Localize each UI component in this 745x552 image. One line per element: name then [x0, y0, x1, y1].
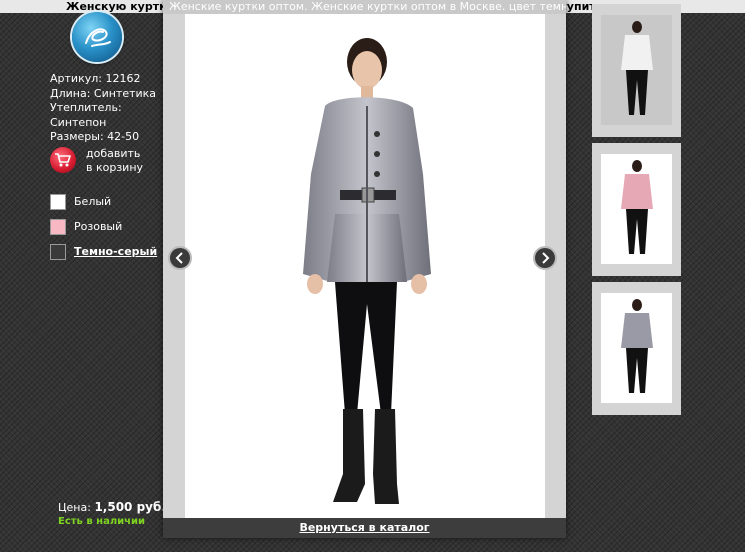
spec-insulation-label: Утеплитель:: [50, 101, 122, 114]
spec-insulation-value: Синтепон: [50, 115, 107, 129]
thumbnail-image: [601, 15, 672, 125]
add-to-cart-button[interactable]: добавить в корзину: [50, 147, 170, 177]
logo-monogram-icon: [85, 28, 111, 47]
chevron-left-icon: [175, 252, 183, 264]
image-lightbox: Женские куртки оптом. Женские куртки опт…: [163, 0, 566, 538]
color-swatch-pink: [50, 219, 66, 235]
thumbnail-image: [601, 293, 672, 403]
color-option-pink[interactable]: Розовый: [50, 219, 170, 244]
spec-article: Артикул: 12162: [50, 72, 141, 85]
thumbnail-pink[interactable]: [592, 143, 681, 276]
product-specs: Артикул: 12162 Длина: Синтетика Утеплите…: [50, 72, 160, 145]
chevron-right-icon: [542, 252, 550, 264]
color-option-white[interactable]: Белый: [50, 194, 170, 219]
back-to-catalog-link[interactable]: Вернуться в каталог: [299, 521, 429, 534]
brand-logo[interactable]: [72, 12, 122, 62]
add-to-cart-label: добавить в корзину: [86, 147, 144, 174]
color-options: Белый Розовый Темно-серый: [50, 194, 170, 269]
prev-image-button[interactable]: [170, 248, 190, 268]
price-value: 1,500 руб.: [94, 500, 166, 514]
next-image-button[interactable]: [535, 248, 555, 268]
cart-icon: [50, 147, 76, 173]
price-block: Цена: 1,500 руб. Есть в наличии: [58, 500, 166, 527]
product-photo: [185, 14, 545, 518]
lightbox-footer: Вернуться в каталог: [163, 518, 566, 538]
thumbnail-dark-gray[interactable]: [592, 282, 681, 415]
price-label: Цена:: [58, 501, 91, 514]
color-option-dark-gray[interactable]: Темно-серый: [50, 244, 170, 269]
thumbnail-image: [601, 154, 672, 264]
stock-status: Есть в наличии: [58, 516, 146, 527]
color-label-active[interactable]: Темно-серый: [74, 245, 157, 258]
color-swatch-white: [50, 194, 66, 210]
spec-sizes: Размеры: 42-50: [50, 130, 140, 143]
model-figure-image: [303, 38, 431, 504]
color-label: Белый: [74, 195, 112, 208]
color-label: Розовый: [74, 220, 123, 233]
price: Цена: 1,500 руб.: [58, 500, 166, 514]
color-swatch-dark-gray: [50, 244, 66, 260]
thumbnail-white[interactable]: [592, 4, 681, 137]
spec-length: Длина: Синтетика: [50, 86, 157, 100]
lightbox-title: Женские куртки оптом. Женские куртки опт…: [163, 0, 566, 14]
